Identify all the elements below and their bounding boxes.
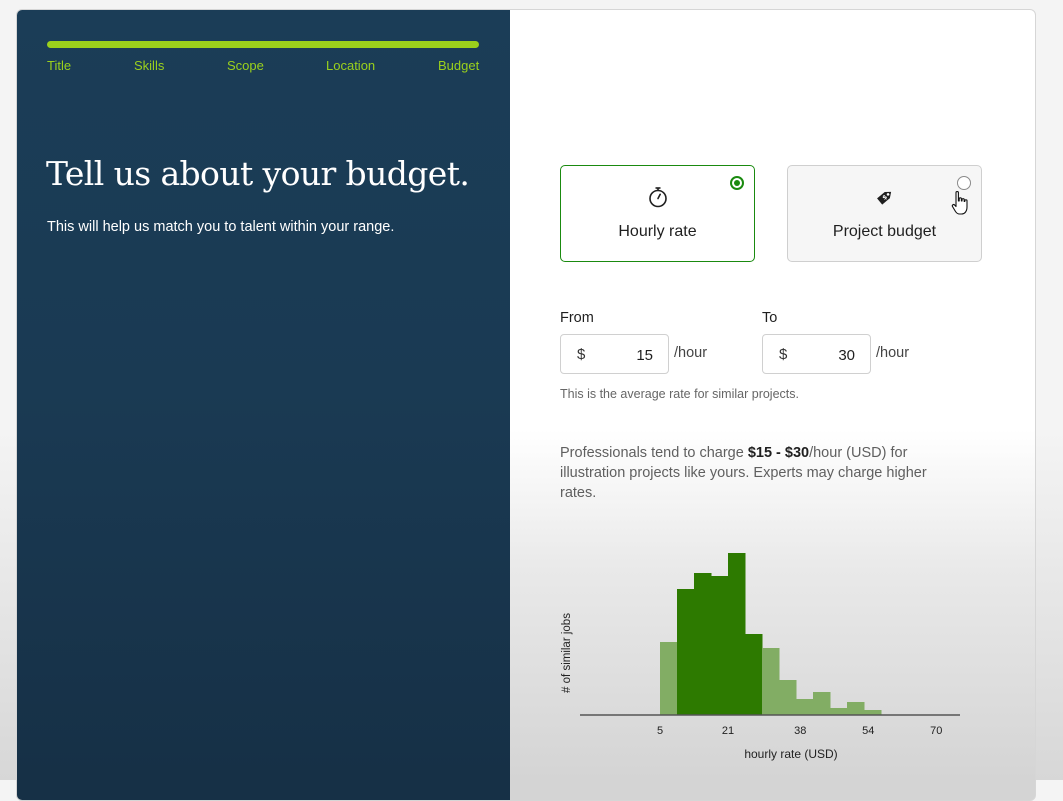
from-unit-label: /hour bbox=[674, 345, 708, 361]
price-tag-icon: $ bbox=[876, 191, 891, 205]
rate-hint: This is the average rate for similar pro… bbox=[560, 387, 799, 401]
rate-histogram-chart: 5 21 38 54 70 hourly rate (USD) # of similar j… bbox=[561, 553, 960, 761]
from-currency-symbol: $ bbox=[577, 346, 586, 363]
histogram-bar-0 bbox=[660, 642, 678, 715]
step-skills[interactable]: Skills bbox=[134, 58, 164, 73]
step-budget[interactable]: Budget bbox=[438, 58, 479, 73]
market-note-range: $15 - $30 bbox=[747, 445, 810, 461]
histogram-bar-4 bbox=[728, 553, 746, 715]
x-tick-label-4: 70 bbox=[930, 725, 942, 737]
hourly-rate-option[interactable]: Hourly rate bbox=[560, 165, 755, 262]
page-subtitle: This will help us match you to talent wi… bbox=[47, 219, 395, 235]
progress-steps: Title Skills Scope Location Budget bbox=[47, 58, 480, 76]
to-rate-field[interactable]: $ bbox=[762, 334, 871, 374]
step-title[interactable]: Title bbox=[47, 58, 71, 73]
hourly-rate-label: Hourly rate bbox=[618, 223, 697, 240]
step-location[interactable]: Location bbox=[326, 58, 375, 73]
y-axis-label: # of similar jobs bbox=[561, 613, 573, 693]
x-tick-label-0: 5 bbox=[657, 725, 663, 737]
stopwatch-icon bbox=[648, 187, 667, 208]
from-label: From bbox=[560, 310, 594, 326]
market-rate-note: Professionals tend to charge $15 - $30/h… bbox=[560, 443, 950, 503]
from-rate-field[interactable]: $ bbox=[560, 334, 669, 374]
histogram-bar-7 bbox=[779, 680, 797, 715]
histogram-bar-5 bbox=[745, 634, 763, 715]
market-note-prefix: Professionals tend to charge bbox=[560, 445, 748, 461]
histogram-bar-10 bbox=[830, 708, 848, 715]
intro-panel: Title Skills Scope Location Budget Tell … bbox=[17, 10, 510, 800]
to-label: To bbox=[762, 310, 778, 326]
x-tick-label-3: 54 bbox=[862, 725, 874, 737]
progress-bar bbox=[47, 41, 479, 48]
hourly-rate-radio[interactable] bbox=[730, 176, 744, 190]
histogram-bar-2 bbox=[694, 573, 712, 715]
project-budget-label: Project budget bbox=[832, 223, 937, 240]
to-currency-symbol: $ bbox=[779, 346, 788, 363]
x-tick-label-2: 38 bbox=[794, 725, 806, 737]
histogram-bar-8 bbox=[796, 699, 814, 715]
to-rate-input[interactable] bbox=[799, 344, 857, 366]
histogram-bar-9 bbox=[813, 692, 831, 715]
histogram-bar-3 bbox=[711, 576, 729, 715]
from-rate-input[interactable] bbox=[597, 344, 655, 366]
page-title: Tell us about your budget. bbox=[46, 154, 470, 193]
step-scope[interactable]: Scope bbox=[227, 58, 264, 73]
histogram-bar-1 bbox=[677, 589, 695, 715]
to-unit-label: /hour bbox=[876, 345, 910, 361]
x-axis-label: hourly rate (USD) bbox=[744, 747, 837, 761]
project-budget-radio[interactable] bbox=[957, 176, 971, 190]
histogram-bar-11 bbox=[847, 702, 865, 715]
hand-pointer-cursor-icon bbox=[951, 190, 968, 215]
histogram-bar-6 bbox=[762, 648, 780, 715]
x-tick-label-1: 21 bbox=[722, 725, 734, 737]
